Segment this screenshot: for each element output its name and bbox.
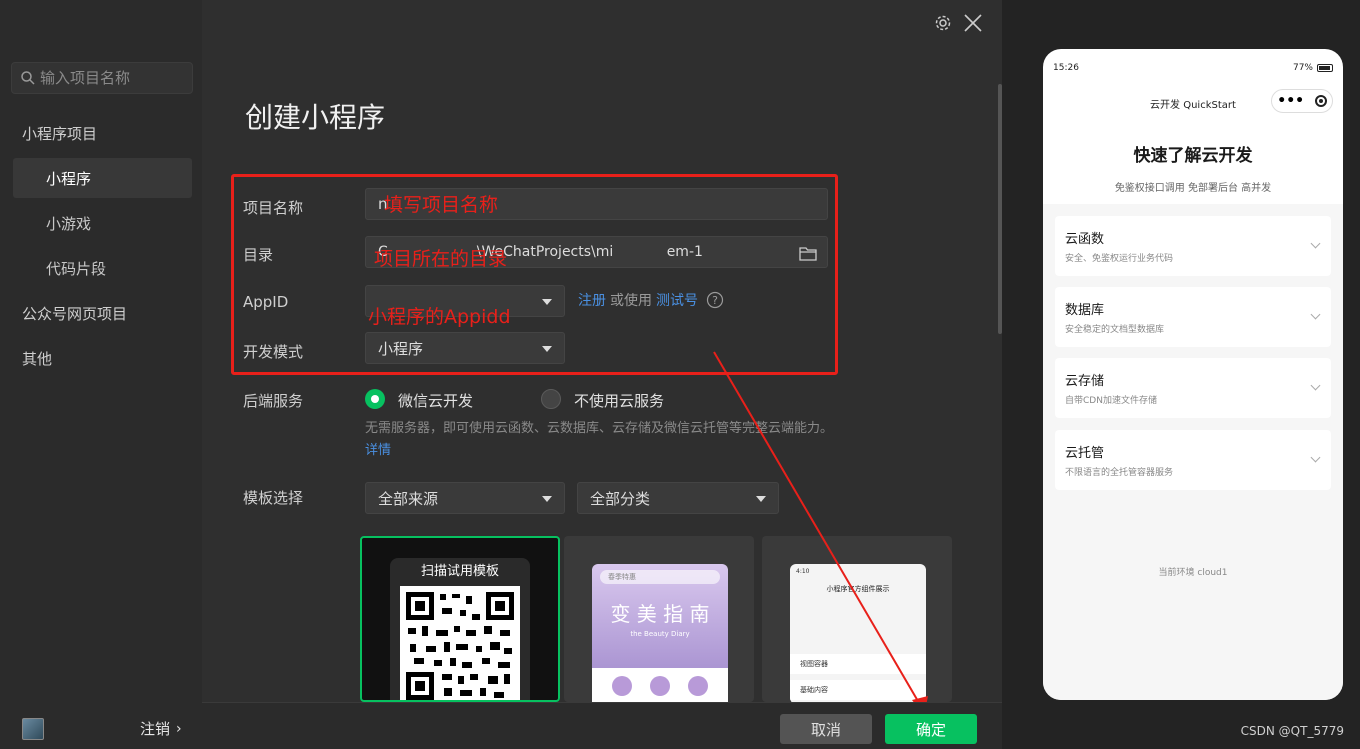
- sidebar-item-minigame[interactable]: 小游戏: [13, 203, 192, 243]
- preview-subheading: 免鉴权接口调用 免部署后台 高并发: [1114, 183, 1272, 194]
- watermark: CSDN @QT_5779: [1240, 724, 1344, 738]
- section-web-projects[interactable]: 公众号网页项目: [22, 303, 127, 324]
- feature-item: 数据库 安全稳定的文档型数据库: [1055, 287, 1331, 347]
- chevron-down-icon: [1310, 309, 1321, 320]
- chevron-down-icon: [1310, 452, 1321, 463]
- feature-desc: 不限语言的全托管容器服务: [1065, 468, 1174, 478]
- sidebar-item-code-snippet[interactable]: 代码片段: [13, 248, 192, 288]
- status-time: 15:26: [1053, 63, 1079, 73]
- preview-heading: 快速了解云开发: [1133, 146, 1253, 166]
- feature-desc: 安全稳定的文档型数据库: [1065, 325, 1165, 335]
- chevron-down-icon: [1310, 238, 1321, 249]
- preview-list-bg: 云函数 安全、免鉴权运行业务代码 数据库 安全稳定的文档型数据库 云存储 自带C…: [1043, 204, 1343, 700]
- logout-label: 注销: [140, 720, 171, 738]
- feature-desc: 安全、免鉴权运行业务代码: [1065, 254, 1174, 264]
- logout-button[interactable]: 注销 ›: [140, 718, 182, 739]
- target-icon: [1314, 95, 1327, 107]
- chevron-right-icon: ›: [176, 720, 182, 737]
- battery-icon: [1317, 64, 1333, 72]
- sidebar: 小程序项目 小程序 小游戏 代码片段 公众号网页项目 其他 注销 ›: [0, 0, 202, 749]
- create-project-panel: 创建小程序 项目名称 n 目录 C \WeChatProjects\mi em-…: [202, 0, 1002, 749]
- preview-pane: 15:26 77% 云开发 QuickStart ••• 快速了解云开发 免鉴权…: [1002, 0, 1360, 749]
- preview-env: 当前环境 cloud1: [1158, 568, 1228, 578]
- sidebar-item-miniprogram[interactable]: 小程序: [13, 158, 192, 198]
- footer-bar: [202, 702, 1002, 749]
- feature-item: 云托管 不限语言的全托管容器服务: [1055, 430, 1331, 490]
- feature-title: 云函数: [1065, 232, 1105, 247]
- feature-item: 云存储 自带CDN加速文件存储: [1055, 358, 1331, 418]
- battery-percent: 77%: [1292, 63, 1313, 73]
- confirm-button[interactable]: 确定: [885, 714, 977, 744]
- feature-title: 云托管: [1065, 446, 1105, 461]
- phone-preview: 15:26 77% 云开发 QuickStart ••• 快速了解云开发 免鉴权…: [1043, 49, 1343, 700]
- section-other[interactable]: 其他: [22, 348, 52, 369]
- section-miniprogram-projects[interactable]: 小程序项目: [22, 123, 97, 144]
- menu-capsule: •••: [1271, 89, 1333, 113]
- status-battery: 77%: [1293, 63, 1333, 73]
- feature-title: 数据库: [1065, 303, 1105, 318]
- feature-desc: 自带CDN加速文件存储: [1065, 396, 1157, 406]
- search-box[interactable]: [11, 62, 193, 94]
- search-input[interactable]: [40, 69, 180, 87]
- feature-title: 云存储: [1065, 374, 1105, 389]
- more-icon: •••: [1277, 93, 1305, 109]
- search-icon: [21, 71, 35, 85]
- feature-item: 云函数 安全、免鉴权运行业务代码: [1055, 216, 1331, 276]
- annotation-arrow: [713, 351, 928, 716]
- cancel-button[interactable]: 取消: [780, 714, 872, 744]
- chevron-down-icon: [1310, 380, 1321, 391]
- avatar[interactable]: [22, 718, 44, 740]
